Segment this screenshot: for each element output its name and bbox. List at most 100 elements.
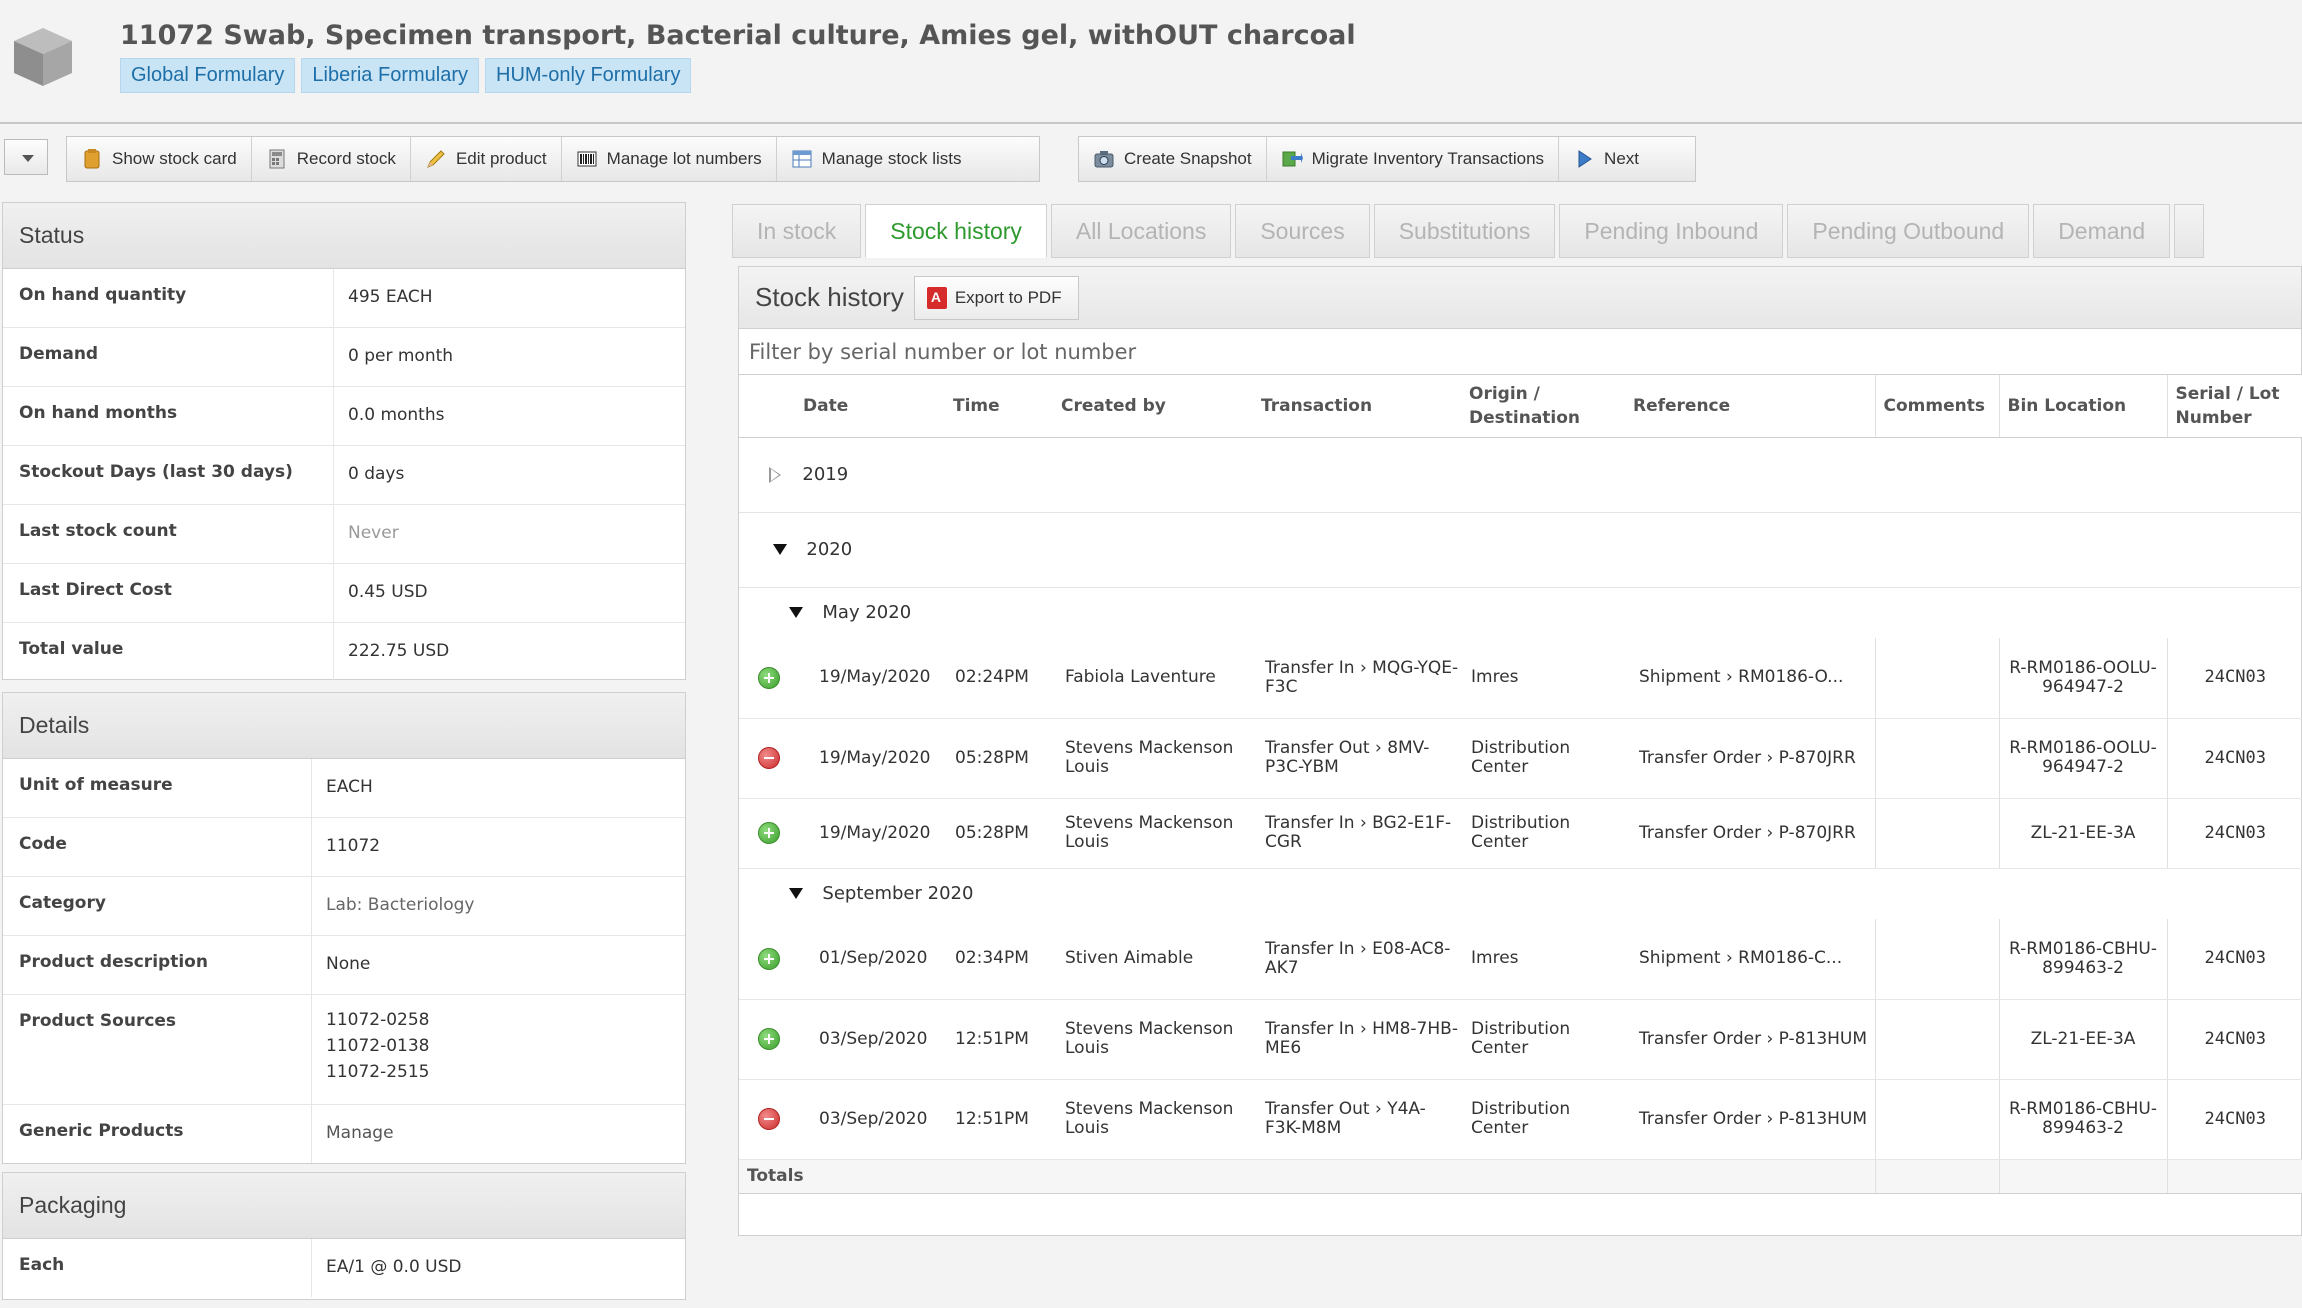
row-reference-link[interactable]: Transfer Order › P-813HUM <box>1629 999 1875 1080</box>
col-created-by[interactable]: Created by <box>1057 375 1251 438</box>
col-reference[interactable]: Reference <box>1629 375 1875 438</box>
expand-triangle-icon[interactable] <box>769 466 781 483</box>
tab-pending-inbound[interactable]: Pending Inbound <box>1559 204 1784 258</box>
product-source-item[interactable]: 11072-0258 <box>326 1007 685 1033</box>
product-source-item[interactable]: 11072-0138 <box>326 1033 685 1059</box>
row-created-by: Stiven Aimable <box>1057 919 1251 1000</box>
table-row[interactable]: 03/Sep/2020 12:51PM Stevens Mackenson Lo… <box>739 999 2302 1080</box>
totals-label: Totals <box>739 1158 1875 1194</box>
row-transaction-link[interactable]: Transfer In › BG2-E1F-CGR <box>1251 798 1465 869</box>
row-reference-link[interactable]: Shipment › RM0186-C... <box>1629 919 1875 1000</box>
tab-overflow[interactable] <box>2174 204 2205 258</box>
create-snapshot-button[interactable]: Create Snapshot <box>1079 137 1267 181</box>
tab-substitutions[interactable]: Substitutions <box>1373 204 1556 258</box>
manage-lot-numbers-button[interactable]: Manage lot numbers <box>562 137 777 181</box>
row-reference-link[interactable]: Transfer Order › P-813HUM <box>1629 1079 1875 1160</box>
manage-stock-lists-button[interactable]: Manage stock lists <box>777 137 976 181</box>
row-transaction-link[interactable]: Transfer Out › Y4A-F3K-M8M <box>1251 1079 1465 1160</box>
row-comments <box>1874 638 1999 719</box>
row-lot-number[interactable]: 24CN03 <box>2166 1079 2302 1160</box>
export-to-pdf-button[interactable]: Export to PDF <box>913 275 1079 320</box>
next-button[interactable]: Next <box>1559 137 1653 181</box>
row-lot-number[interactable]: 24CN03 <box>2166 999 2302 1080</box>
details-label: Product description <box>19 952 208 972</box>
row-origin: Imres <box>1465 638 1629 719</box>
details-label: Product Sources <box>19 1011 177 1031</box>
show-stock-card-button[interactable]: Show stock card <box>67 137 252 181</box>
details-row: Product Sources 11072-0258 11072-0138 11… <box>3 995 685 1105</box>
row-bin-location: ZL-21-EE-3A <box>1998 999 2167 1080</box>
collapse-triangle-icon[interactable] <box>773 544 787 555</box>
status-panel-title: Status <box>3 203 685 269</box>
table-row[interactable]: 01/Sep/2020 02:34PM Stiven Aimable Trans… <box>739 919 2302 1000</box>
record-stock-button[interactable]: Record stock <box>252 137 411 181</box>
product-source-item[interactable]: 11072-2515 <box>326 1059 685 1085</box>
table-row[interactable]: 19/May/2020 02:24PM Fabiola Laventure Tr… <box>739 638 2302 719</box>
year-group-2019[interactable]: 2019 <box>739 437 2302 513</box>
inventory-actions-group: Create Snapshot Migrate Inventory Transa… <box>1078 136 1696 182</box>
col-transaction[interactable]: Transaction <box>1251 375 1465 438</box>
row-time: 02:34PM <box>949 919 1057 1000</box>
col-comments[interactable]: Comments <box>1874 375 1999 438</box>
row-transaction-link[interactable]: Transfer In › HM8-7HB-ME6 <box>1251 999 1465 1080</box>
year-group-2020[interactable]: 2020 <box>739 512 2302 588</box>
col-time[interactable]: Time <box>949 375 1057 438</box>
formulary-badge-hum[interactable]: HUM-only Formulary <box>485 58 692 93</box>
tab-in-stock[interactable]: In stock <box>732 204 862 258</box>
row-date: 19/May/2020 <box>799 798 949 869</box>
row-lot-number[interactable]: 24CN03 <box>2166 919 2302 1000</box>
row-transaction-link[interactable]: Transfer In › MQG-YQE-F3C <box>1251 638 1465 719</box>
row-transaction-link[interactable]: Transfer Out › 8MV-P3C-YBM <box>1251 718 1465 799</box>
row-reference-link[interactable]: Transfer Order › P-870JRR <box>1629 798 1875 869</box>
formulary-badge-liberia[interactable]: Liberia Formulary <box>301 58 479 93</box>
last-direct-cost-value: 0.45 USD <box>333 564 685 622</box>
col-origin-line2: Destination <box>1469 407 1581 428</box>
col-serial-lot[interactable]: Serial / Lot Number <box>2166 375 2302 438</box>
col-date[interactable]: Date <box>799 375 949 438</box>
details-panel: Details Unit of measure EACH Code 11072 … <box>2 692 686 1164</box>
col-origin-destination[interactable]: Origin / Destination <box>1465 375 1629 438</box>
col-bin-location[interactable]: Bin Location <box>1998 375 2167 438</box>
tab-demand[interactable]: Demand <box>2033 204 2171 258</box>
edit-product-button[interactable]: Edit product <box>411 137 562 181</box>
actions-dropdown-button[interactable] <box>4 139 48 175</box>
plus-circle-icon <box>758 666 780 689</box>
collapse-triangle-icon[interactable] <box>789 888 803 900</box>
demand-value: 0 per month <box>333 328 685 386</box>
row-reference-link[interactable]: Transfer Order › P-870JRR <box>1629 718 1875 799</box>
tab-stock-history[interactable]: Stock history <box>865 204 1047 258</box>
month-label: September 2020 <box>822 882 974 904</box>
row-origin: Distribution Center <box>1465 999 1629 1080</box>
table-row[interactable]: 03/Sep/2020 12:51PM Stevens Mackenson Lo… <box>739 1079 2302 1160</box>
row-lot-number[interactable]: 24CN03 <box>2166 798 2302 869</box>
lot-filter-input[interactable] <box>739 329 2301 375</box>
totals-comments <box>1874 1158 1999 1194</box>
formulary-badge-global[interactable]: Global Formulary <box>120 58 296 93</box>
table-row[interactable]: 19/May/2020 05:28PM Stevens Mackenson Lo… <box>739 718 2302 799</box>
tab-sources[interactable]: Sources <box>1235 204 1370 258</box>
row-created-by: Stevens Mackenson Louis <box>1057 999 1251 1080</box>
row-comments <box>1874 1079 1999 1160</box>
month-group-sep-2020[interactable]: September 2020 <box>739 868 2302 919</box>
tab-all-locations[interactable]: All Locations <box>1050 204 1232 258</box>
row-lot-number[interactable]: 24CN03 <box>2166 718 2302 799</box>
next-label: Next <box>1604 149 1640 168</box>
product-tabs: In stock Stock history All Locations Sou… <box>732 204 2205 258</box>
on-hand-quantity-value: 495 EACH <box>333 269 685 327</box>
row-date: 19/May/2020 <box>799 638 949 719</box>
table-row[interactable]: 19/May/2020 05:28PM Stevens Mackenson Lo… <box>739 798 2302 869</box>
row-lot-number[interactable]: 24CN03 <box>2166 638 2302 719</box>
row-reference-link[interactable]: Shipment › RM0186-O... <box>1629 638 1875 719</box>
tab-pending-outbound[interactable]: Pending Outbound <box>1787 204 2030 258</box>
collapse-triangle-icon[interactable] <box>789 607 803 619</box>
row-origin: Distribution Center <box>1465 1079 1629 1160</box>
migrate-inventory-button[interactable]: Migrate Inventory Transactions <box>1267 137 1560 181</box>
manage-generic-products-link[interactable]: Manage <box>311 1105 685 1163</box>
month-group-may-2020[interactable]: May 2020 <box>739 587 2302 638</box>
details-label: Code <box>19 834 67 854</box>
category-value: Lab: Bacteriology <box>311 877 685 935</box>
pdf-icon <box>926 286 947 309</box>
row-transaction-link[interactable]: Transfer In › E08-AC8-AK7 <box>1251 919 1465 1000</box>
show-stock-card-label: Show stock card <box>112 149 237 168</box>
packaging-panel-title: Packaging <box>3 1173 685 1239</box>
